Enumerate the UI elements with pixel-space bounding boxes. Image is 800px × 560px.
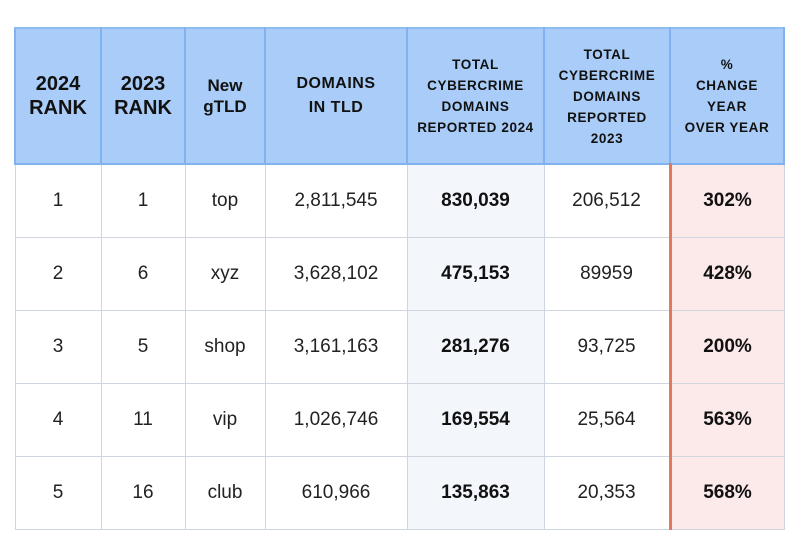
table-row: 2 6 xyz 3,628,102 475,153 89959 428%: [14, 237, 785, 311]
cell-pct-change: 302%: [668, 163, 785, 238]
cell-reported-2023: 93,725: [543, 310, 671, 384]
cell-gtld: top: [184, 163, 266, 238]
header-text: gTLD: [203, 97, 247, 116]
cell-domains-in-tld: 3,161,163: [264, 310, 408, 384]
cell-2024-rank: 5: [14, 456, 102, 530]
header-reported-2024: TOTAL CYBERCRIME DOMAINS REPORTED 2024: [406, 27, 545, 165]
header-text: OVER YEAR: [684, 120, 770, 135]
header-text: DOMAINS: [441, 99, 510, 114]
cell-reported-2024: 169,554: [406, 383, 545, 457]
cell-2024-rank: 1: [14, 163, 102, 238]
header-text: CYBERCRIME: [427, 78, 524, 93]
cell-pct-change: 568%: [668, 456, 785, 530]
header-2023-rank: 2023 RANK: [100, 27, 186, 165]
cell-reported-2024: 830,039: [406, 163, 545, 238]
cell-gtld: shop: [184, 310, 266, 384]
cell-domains-in-tld: 2,811,545: [264, 163, 408, 238]
header-text: RANK: [29, 97, 87, 119]
cell-reported-2023: 25,564: [543, 383, 671, 457]
cell-reported-2024: 281,276: [406, 310, 545, 384]
header-new-gtld: New gTLD: [184, 27, 266, 165]
header-text: YEAR: [707, 99, 747, 114]
header-text: CHANGE: [695, 78, 759, 93]
header-text: REPORTED: [567, 109, 647, 125]
cell-2024-rank: 3: [14, 310, 102, 384]
header-text: 2023: [120, 73, 166, 95]
gtld-cybercrime-table: 2024 RANK 2023 RANK New gTLD DOMAINS IN …: [14, 27, 785, 530]
header-row: 2024 RANK 2023 RANK New gTLD DOMAINS IN …: [14, 27, 785, 165]
cell-gtld: xyz: [184, 237, 266, 311]
table-row: 5 16 club 610,966 135,863 20,353 568%: [14, 456, 785, 530]
header-2024-rank: 2024 RANK: [14, 27, 102, 165]
table-row: 3 5 shop 3,161,163 281,276 93,725 200%: [14, 310, 785, 384]
header-text: REPORTED 2024: [417, 120, 534, 135]
header-reported-2023: TOTAL CYBERCRIME DOMAINS REPORTED 2023: [543, 27, 671, 165]
table-header: 2024 RANK 2023 RANK New gTLD DOMAINS IN …: [14, 27, 785, 165]
header-text: %: [720, 57, 734, 72]
cell-reported-2023: 206,512: [543, 163, 671, 238]
cell-pct-change: 563%: [668, 383, 785, 457]
header-text: DOMAINS: [573, 88, 641, 104]
cell-gtld: vip: [184, 383, 266, 457]
cell-2023-rank: 16: [100, 456, 186, 530]
cell-2023-rank: 11: [100, 383, 186, 457]
table-row: 4 11 vip 1,026,746 169,554 25,564 563%: [14, 383, 785, 457]
cell-reported-2023: 20,353: [543, 456, 671, 530]
header-text: DOMAINS: [296, 75, 376, 92]
cell-domains-in-tld: 1,026,746: [264, 383, 408, 457]
header-text: CYBERCRIME: [558, 67, 656, 83]
table-body: 1 1 top 2,811,545 830,039 206,512 302% 2…: [14, 163, 785, 530]
cell-2023-rank: 5: [100, 310, 186, 384]
header-domains-in-tld: DOMAINS IN TLD: [264, 27, 408, 165]
cell-gtld: club: [184, 456, 266, 530]
cell-2024-rank: 2: [14, 237, 102, 311]
cell-2024-rank: 4: [14, 383, 102, 457]
cell-domains-in-tld: 610,966: [264, 456, 408, 530]
cell-pct-change: 428%: [668, 237, 785, 311]
cell-2023-rank: 1: [100, 163, 186, 238]
cell-reported-2023: 89959: [543, 237, 671, 311]
header-pct-change: % CHANGE YEAR OVER YEAR: [669, 27, 785, 165]
header-text: 2024: [35, 73, 81, 95]
cell-reported-2024: 135,863: [406, 456, 545, 530]
cell-domains-in-tld: 3,628,102: [264, 237, 408, 311]
header-text: TOTAL: [583, 46, 631, 62]
table-row: 1 1 top 2,811,545 830,039 206,512 302%: [14, 163, 785, 238]
header-text: TOTAL: [452, 57, 499, 72]
cell-pct-change: 200%: [668, 310, 785, 384]
cell-reported-2024: 475,153: [406, 237, 545, 311]
header-text: New: [207, 76, 243, 95]
cell-2023-rank: 6: [100, 237, 186, 311]
gtld-cybercrime-table-container: 2024 RANK 2023 RANK New gTLD DOMAINS IN …: [14, 27, 785, 530]
header-text: RANK: [114, 97, 172, 119]
header-text: 2023: [590, 130, 624, 146]
header-text: IN TLD: [308, 99, 364, 116]
